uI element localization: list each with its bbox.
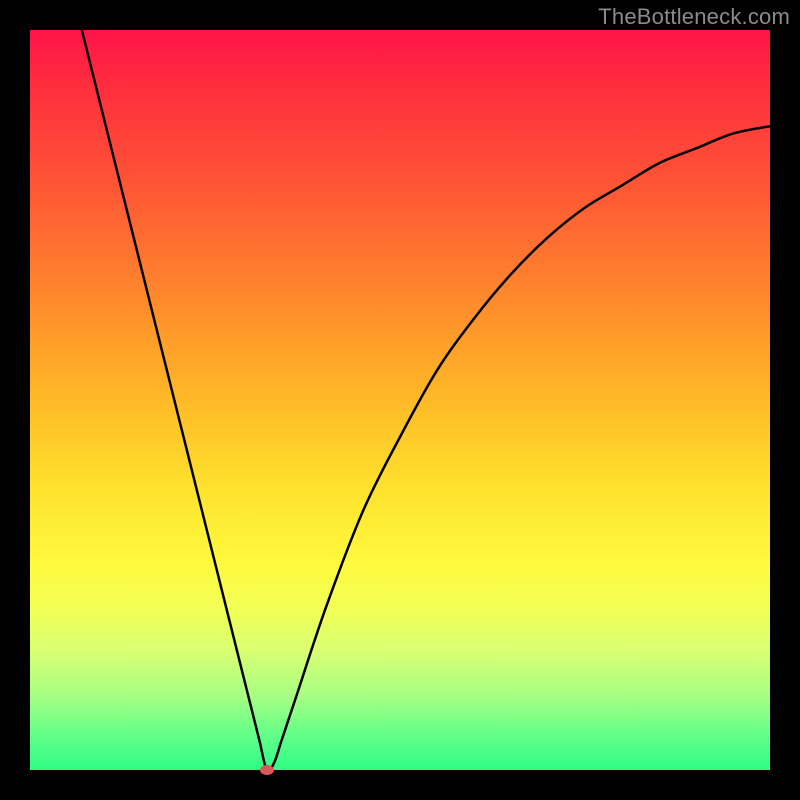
chart-frame: TheBottleneck.com — [0, 0, 800, 800]
watermark-text: TheBottleneck.com — [598, 4, 790, 30]
minimum-marker — [260, 765, 274, 775]
bottleneck-curve — [30, 30, 770, 770]
plot-area — [30, 30, 770, 770]
